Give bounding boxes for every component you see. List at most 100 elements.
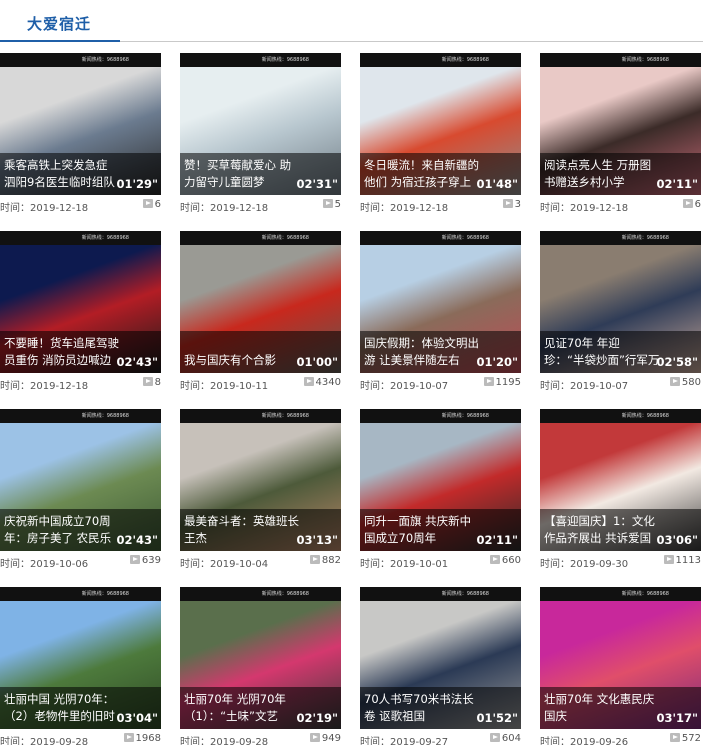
video-title[interactable]: 见证70年 年迎珍：“半袋炒面”行军万里，“一口炒面”: [544, 335, 660, 369]
video-title[interactable]: 壮丽中国 光阴70年：（2）老物件里的旧时光: [4, 691, 120, 725]
video-title[interactable]: 不要睡！货车追尾驾驶员重伤 消防员边喊边救: [4, 335, 120, 369]
video-title[interactable]: 乘客高铁上突发急症 泗阳9名医生临时组队救人: [4, 157, 120, 191]
caption-overlay: 见证70年 年迎珍：“半袋炒面”行军万里，“一口炒面”02'58": [540, 331, 701, 373]
video-thumbnail[interactable]: 新闻热线：9688968 壮丽70年 光阴70年（1）：“土味”文艺 02'19": [180, 587, 341, 729]
video-card[interactable]: 新闻热线：9688968 我与国庆有个合影 01'00" 时间：2019-10-11 4…: [180, 231, 341, 396]
video-title[interactable]: 最美奋斗者：英雄班长王杰: [184, 513, 300, 547]
view-count: 6: [142, 199, 161, 210]
video-thumbnail[interactable]: 新闻热线：9688968 同升一面旗 共庆新中国成立70周年 02'11": [360, 409, 521, 551]
hotline-watermark: 新闻热线：9688968: [441, 591, 489, 597]
video-card[interactable]: 新闻热线：9688968 冬日暖流！来自新疆的他们 为宿迁孩子穿上冬衣01'48"…: [360, 53, 521, 218]
view-count-number: 882: [321, 555, 341, 566]
video-thumbnail[interactable]: 新闻热线：9688968 70人书写70米书法长卷 讴歌祖国 01'52": [360, 587, 521, 729]
video-duration: 01'52": [476, 711, 518, 725]
video-card[interactable]: 新闻热线：9688968 不要睡！货车追尾驾驶员重伤 消防员边喊边救02'43" 时…: [0, 231, 161, 396]
section-title: 大爱宿迁: [27, 15, 92, 33]
video-thumbnail[interactable]: 新闻热线：9688968 国庆假期：体验文明出游 让美景伴随左右 01'20": [360, 231, 521, 373]
caption-overlay: 我与国庆有个合影 01'00": [180, 331, 341, 373]
video-card[interactable]: 新闻热线：9688968 赞！买草莓献爱心 助力留守儿童圆梦 02'31" 时间：20…: [180, 53, 341, 218]
video-card[interactable]: 新闻热线：9688968 壮丽70年 文化惠民庆国庆 03'17" 时间：2019-0…: [540, 587, 701, 745]
video-title[interactable]: 阅读点亮人生 万册图书赠送乡村小学: [544, 157, 660, 191]
caption-overlay: 阅读点亮人生 万册图书赠送乡村小学 02'11": [540, 153, 701, 195]
publish-date: 时间：2019-10-07: [540, 381, 629, 392]
video-title[interactable]: 壮丽70年 文化惠民庆国庆: [544, 691, 660, 725]
view-count: 604: [489, 733, 521, 744]
caption-overlay: 庆祝新中国成立70周年：房子美了 农民乐了02'43": [0, 509, 161, 551]
play-icon: [123, 733, 134, 742]
video-title[interactable]: 壮丽70年 光阴70年（1）：“土味”文艺: [184, 691, 300, 725]
video-card[interactable]: 新闻热线：9688968 【喜迎国庆】1：文化作品齐展出 共诉爱国情怀03'06"…: [540, 409, 701, 574]
view-count-number: 660: [501, 555, 521, 566]
video-thumbnail[interactable]: 新闻热线：9688968 乘客高铁上突发急症 泗阳9名医生临时组队救人01'29": [0, 53, 161, 195]
video-thumbnail[interactable]: 新闻热线：9688968 壮丽中国 光阴70年：（2）老物件里的旧时光03'04": [0, 587, 161, 729]
view-count-number: 572: [681, 733, 701, 744]
video-duration: 03'13": [296, 533, 338, 547]
video-card[interactable]: 新闻热线：9688968 阅读点亮人生 万册图书赠送乡村小学 02'11" 时间：20…: [540, 53, 701, 218]
caption-overlay: 冬日暖流！来自新疆的他们 为宿迁孩子穿上冬衣01'48": [360, 153, 521, 195]
video-card[interactable]: 新闻热线：9688968 最美奋斗者：英雄班长王杰 03'13" 时间：2019-10…: [180, 409, 341, 574]
publish-date: 时间：2019-12-18: [360, 203, 449, 214]
video-meta: 时间：2019-10-11 4340: [180, 377, 341, 392]
video-thumbnail[interactable]: 新闻热线：9688968 最美奋斗者：英雄班长王杰 03'13": [180, 409, 341, 551]
publish-date: 时间：2019-12-18: [0, 381, 89, 392]
video-card[interactable]: 新闻热线：9688968 见证70年 年迎珍：“半袋炒面”行军万里，“一口炒面”0…: [540, 231, 701, 396]
view-count: 580: [669, 377, 701, 388]
video-title[interactable]: 冬日暖流！来自新疆的他们 为宿迁孩子穿上冬衣: [364, 157, 480, 191]
video-card[interactable]: 新闻热线：9688968 70人书写70米书法长卷 讴歌祖国 01'52" 时间：20…: [360, 587, 521, 745]
caption-overlay: 不要睡！货车追尾驾驶员重伤 消防员边喊边救02'43": [0, 331, 161, 373]
video-meta: 时间：2019-12-18 8: [0, 377, 161, 392]
video-meta: 时间：2019-09-28 1968: [0, 733, 161, 745]
video-title[interactable]: 同升一面旗 共庆新中国成立70周年: [364, 513, 480, 547]
hotline-watermark: 新闻热线：9688968: [81, 413, 129, 419]
view-count-number: 604: [501, 733, 521, 744]
video-title[interactable]: 我与国庆有个合影: [184, 352, 300, 369]
video-top-bar: 新闻热线：9688968: [0, 409, 161, 423]
video-thumbnail[interactable]: 新闻热线：9688968 阅读点亮人生 万册图书赠送乡村小学 02'11": [540, 53, 701, 195]
video-thumbnail[interactable]: 新闻热线：9688968 壮丽70年 文化惠民庆国庆 03'17": [540, 587, 701, 729]
video-title[interactable]: 国庆假期：体验文明出游 让美景伴随左右: [364, 335, 480, 369]
view-count-number: 639: [141, 555, 161, 566]
caption-overlay: 壮丽70年 光阴70年（1）：“土味”文艺 02'19": [180, 687, 341, 729]
video-thumbnail[interactable]: 新闻热线：9688968 赞！买草莓献爱心 助力留守儿童圆梦 02'31": [180, 53, 341, 195]
video-thumbnail[interactable]: 新闻热线：9688968 冬日暖流！来自新疆的他们 为宿迁孩子穿上冬衣01'48": [360, 53, 521, 195]
caption-overlay: 赞！买草莓献爱心 助力留守儿童圆梦 02'31": [180, 153, 341, 195]
play-icon: [682, 199, 693, 208]
video-duration: 01'00": [296, 355, 338, 369]
video-thumbnail[interactable]: 新闻热线：9688968 【喜迎国庆】1：文化作品齐展出 共诉爱国情怀03'06": [540, 409, 701, 551]
video-thumbnail[interactable]: 新闻热线：9688968 我与国庆有个合影 01'00": [180, 231, 341, 373]
video-top-bar: 新闻热线：9688968: [540, 53, 701, 67]
video-thumbnail[interactable]: 新闻热线：9688968 不要睡！货车追尾驾驶员重伤 消防员边喊边救02'43": [0, 231, 161, 373]
view-count-number: 6: [694, 199, 701, 210]
video-title[interactable]: 70人书写70米书法长卷 讴歌祖国: [364, 691, 480, 725]
hotline-watermark: 新闻热线：9688968: [261, 591, 309, 597]
play-icon: [669, 377, 680, 386]
play-icon: [142, 199, 153, 208]
play-icon: [309, 733, 320, 742]
video-title[interactable]: 赞！买草莓献爱心 助力留守儿童圆梦: [184, 157, 300, 191]
video-card[interactable]: 新闻热线：9688968 庆祝新中国成立70周年：房子美了 农民乐了02'43" 时…: [0, 409, 161, 574]
publish-date: 时间：2019-09-26: [540, 737, 629, 745]
video-top-bar: 新闻热线：9688968: [0, 231, 161, 245]
video-duration: 02'43": [116, 355, 158, 369]
video-top-bar: 新闻热线：9688968: [180, 53, 341, 67]
play-icon: [489, 733, 500, 742]
play-icon: [142, 377, 153, 386]
section-header: 大爱宿迁: [0, 0, 703, 42]
play-icon: [502, 199, 513, 208]
video-card[interactable]: 新闻热线：9688968 国庆假期：体验文明出游 让美景伴随左右 01'20" 时间：…: [360, 231, 521, 396]
hotline-watermark: 新闻热线：9688968: [81, 57, 129, 63]
video-thumbnail[interactable]: 新闻热线：9688968 见证70年 年迎珍：“半袋炒面”行军万里，“一口炒面”0…: [540, 231, 701, 373]
video-title[interactable]: 【喜迎国庆】1：文化作品齐展出 共诉爱国情怀: [544, 513, 660, 547]
video-card[interactable]: 新闻热线：9688968 同升一面旗 共庆新中国成立70周年 02'11" 时间：20…: [360, 409, 521, 574]
video-title[interactable]: 庆祝新中国成立70周年：房子美了 农民乐了: [4, 513, 120, 547]
video-duration: 02'43": [116, 533, 158, 547]
video-duration: 02'11": [656, 177, 698, 191]
video-card[interactable]: 新闻热线：9688968 壮丽中国 光阴70年：（2）老物件里的旧时光03'04"…: [0, 587, 161, 745]
video-card[interactable]: 新闻热线：9688968 壮丽70年 光阴70年（1）：“土味”文艺 02'19" 时…: [180, 587, 341, 745]
view-count: 5: [322, 199, 341, 210]
video-thumbnail[interactable]: 新闻热线：9688968 庆祝新中国成立70周年：房子美了 农民乐了02'43": [0, 409, 161, 551]
video-card[interactable]: 新闻热线：9688968 乘客高铁上突发急症 泗阳9名医生临时组队救人01'29"…: [0, 53, 161, 218]
view-count: 639: [129, 555, 161, 566]
video-top-bar: 新闻热线：9688968: [540, 587, 701, 601]
hotline-watermark: 新闻热线：9688968: [621, 591, 669, 597]
